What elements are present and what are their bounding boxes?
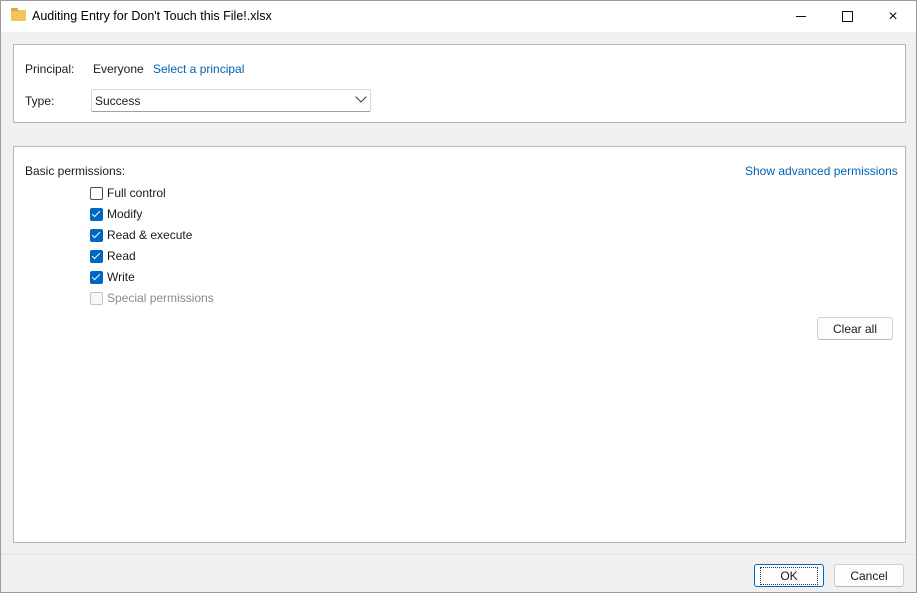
type-label: Type: — [25, 94, 55, 108]
ok-label: OK — [760, 566, 818, 585]
checkbox-label: Read & execute — [107, 228, 193, 242]
checkbox — [90, 291, 103, 305]
clear-all-button[interactable]: Clear all — [817, 317, 893, 340]
permissions-panel: Basic permissions: Show advanced permiss… — [13, 146, 906, 543]
title-bar[interactable]: Auditing Entry for Don't Touch this File… — [1, 1, 916, 32]
show-advanced-permissions-link[interactable]: Show advanced permissions — [745, 164, 898, 178]
permission-modify[interactable]: Modify — [90, 205, 142, 223]
checkbox-label: Special permissions — [107, 291, 214, 305]
principal-value: Everyone — [93, 62, 144, 76]
checkbox-label: Modify — [107, 207, 143, 221]
basic-permissions-label: Basic permissions: — [25, 164, 126, 178]
window-title: Auditing Entry for Don't Touch this File… — [32, 9, 272, 23]
type-select[interactable]: Success — [91, 89, 371, 112]
close-button[interactable]: × — [870, 1, 916, 32]
select-principal-link[interactable]: Select a principal — [153, 62, 244, 76]
permission-read-execute[interactable]: Read & execute — [90, 226, 192, 244]
close-icon: × — [888, 7, 898, 25]
checkbox[interactable] — [90, 228, 103, 242]
principal-label: Principal: — [25, 62, 75, 76]
minimize-icon — [796, 16, 806, 17]
dialog-window: Auditing Entry for Don't Touch this File… — [0, 0, 917, 593]
checkbox[interactable] — [90, 270, 103, 284]
minimize-button[interactable] — [778, 1, 824, 32]
checkbox[interactable] — [90, 186, 103, 200]
permission-write[interactable]: Write — [90, 268, 135, 286]
type-select-value: Success — [95, 94, 141, 108]
checkbox-label: Read — [107, 249, 136, 263]
ok-button[interactable]: OK — [754, 564, 824, 587]
cancel-label: Cancel — [850, 568, 888, 583]
checkbox-label: Full control — [107, 186, 166, 200]
permission-full-control[interactable]: Full control — [90, 184, 166, 202]
clear-all-label: Clear all — [832, 321, 877, 336]
checkbox[interactable] — [90, 249, 103, 263]
maximize-button[interactable] — [824, 1, 870, 32]
checkbox-label: Write — [107, 270, 135, 284]
maximize-icon — [841, 11, 853, 22]
folder-icon — [11, 8, 26, 21]
permission-read[interactable]: Read — [90, 247, 136, 265]
principal-panel: Principal: Everyone Select a principal T… — [13, 44, 906, 123]
footer-divider — [1, 554, 916, 555]
checkbox[interactable] — [90, 207, 103, 221]
permission-special: Special permissions — [90, 289, 214, 307]
cancel-button[interactable]: Cancel — [834, 564, 904, 587]
chevron-down-icon — [355, 91, 367, 103]
